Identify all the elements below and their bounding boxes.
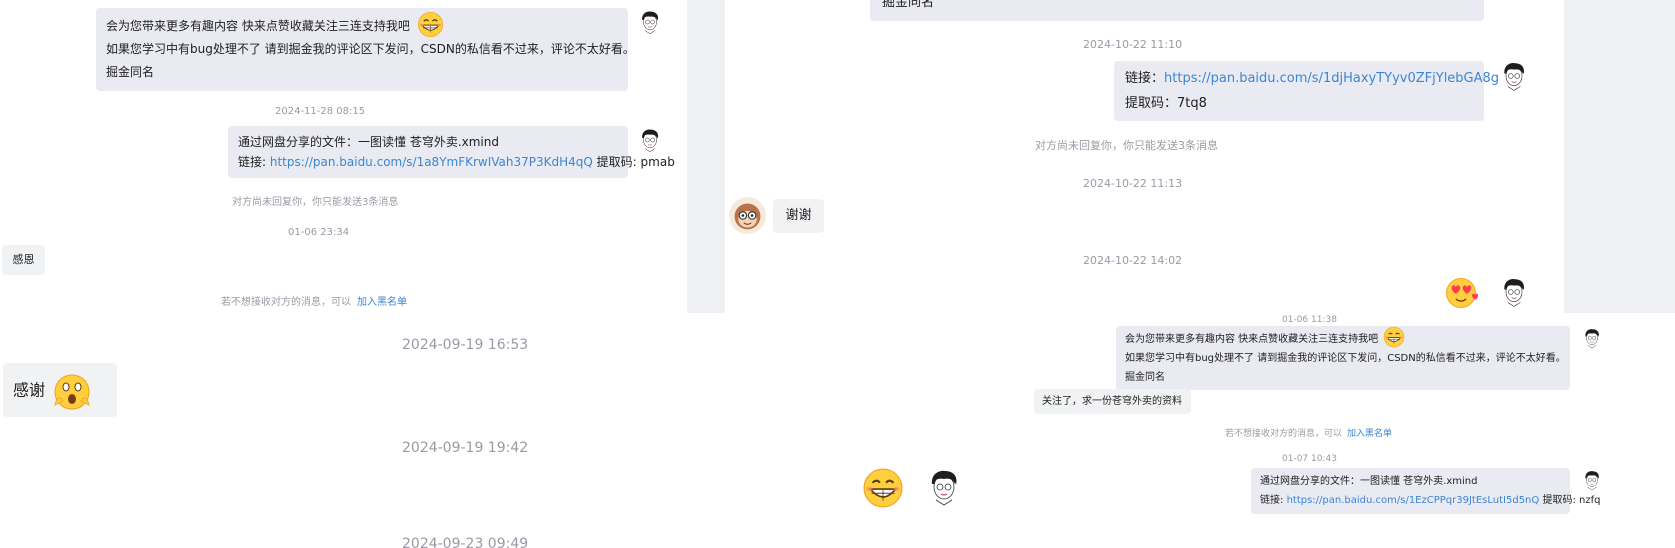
message-line: 链接：https://pan.baidu.com/s/1djHaxyTYyv0Z…: [1125, 66, 1499, 91]
message-bubble: 关注了，求一份苍穹外卖的资料: [1034, 389, 1191, 414]
grin-emoji-icon: [862, 467, 904, 509]
block-hint-text: 若不想接收对方的消息，可以: [1225, 429, 1343, 439]
timestamp: 2024-10-22 11:10: [1083, 38, 1183, 51]
chat-panel-1: 会为您带来更多有趣内容 快来点赞收藏关注三连支持我吧 如果您学习中有bug处理不…: [0, 0, 687, 313]
message-bubble: 通过网盘分享的文件：一图读懂 苍穹外卖.xmind 链接: https://pa…: [1251, 468, 1600, 514]
user-avatar[interactable]: [1498, 60, 1530, 92]
timestamp: 2024-10-22 11:13: [1083, 177, 1183, 190]
timestamp: 2024-11-28 08:15: [275, 106, 366, 117]
message-text: 会为您带来更多有趣内容 快来点赞收藏关注三连支持我吧: [1125, 334, 1379, 345]
link-label: 链接:: [238, 155, 270, 169]
message-line: 链接: https://pan.baidu.com/s/1EzCPPqr39Jt…: [1260, 491, 1600, 510]
chat-panel-3: 2024-09-19 16:53 感谢 2024-09-19 19:42 202…: [0, 315, 998, 548]
block-hint: 若不想接收对方的消息，可以 加入黑名单: [221, 293, 407, 308]
timestamp: 01-07 10:43: [1282, 454, 1337, 464]
user-avatar[interactable]: [1581, 327, 1603, 349]
message-bubble: 感恩: [2, 245, 45, 275]
message-bubble: 掘金同名: [870, 0, 1484, 21]
message-bubble: 会为您带来更多有趣内容 快来点赞收藏关注三连支持我吧 如果您学习中有bug处理不…: [1116, 326, 1570, 390]
message-text: 通过网盘分享的文件：一图读懂 苍穹外卖.xmind: [1260, 476, 1478, 487]
message-text: 通过网盘分享的文件：一图读懂 苍穹外卖.xmind: [238, 135, 499, 149]
user-avatar[interactable]: [637, 9, 663, 35]
timestamp: 2024-09-19 19:42: [402, 440, 529, 456]
user-avatar[interactable]: [1581, 469, 1603, 491]
chat-area: 掘金同名 2024-10-22 11:10 链接：https://pan.bai…: [725, 0, 1564, 313]
message-text: 掘金同名: [1125, 372, 1165, 383]
message-bubble: 通过网盘分享的文件：一图读懂 苍穹外卖.xmind 链接: https://pa…: [228, 126, 675, 178]
share-link[interactable]: https://pan.baidu.com/s/1djHaxyTYyv0ZFjY…: [1164, 71, 1499, 86]
message-line: 会为您带来更多有趣内容 快来点赞收藏关注三连支持我吧: [1125, 330, 1561, 349]
link-label: 链接:: [1260, 495, 1287, 506]
message-text: 谢谢: [785, 208, 812, 223]
user-avatar[interactable]: [924, 467, 964, 507]
message-text: 会为您带来更多有趣内容 快来点赞收藏关注三连支持我吧: [106, 19, 410, 33]
timestamp: 01-06 23:34: [288, 227, 350, 238]
message-text: 感谢: [13, 380, 46, 400]
extract-code: 提取码: nzfq: [1539, 495, 1601, 506]
message-bubble: 链接：https://pan.baidu.com/s/1djHaxyTYyv0Z…: [1114, 61, 1499, 121]
timestamp: 2024-10-22 14:02: [1083, 254, 1183, 267]
grin-emoji-icon: [1383, 326, 1405, 348]
chat-panel-4: 01-06 11:38 会为您带来更多有趣内容 快来点赞收藏关注三连支持我吧 如…: [998, 315, 1675, 548]
message-bubble: 谢谢: [773, 199, 824, 233]
message-text: 关注了，求一份苍穹外卖的资料: [1042, 396, 1182, 407]
link-label: 链接：: [1125, 71, 1165, 86]
timestamp: 2024-09-19 16:53: [402, 337, 529, 353]
message-text: 如果您学习中有bug处理不了 请到掘金我的评论区下发问，CSDN的私信看不过来，…: [1125, 353, 1566, 364]
fear-emoji-icon: [52, 371, 92, 411]
message-text: 掘金同名: [882, 0, 935, 10]
add-to-blacklist-link[interactable]: 加入黑名单: [357, 297, 407, 308]
message-bubble: 感谢: [3, 363, 117, 417]
share-link[interactable]: https://pan.baidu.com/s/1a8YmFKrwIVah37P…: [270, 155, 593, 169]
message-line: 链接: https://pan.baidu.com/s/1a8YmFKrwIVa…: [238, 152, 675, 172]
message-text: 感恩: [12, 253, 35, 266]
heart-eyes-emoji-icon: [1444, 276, 1478, 310]
panel-edge: [1623, 315, 1675, 548]
grin-emoji-icon: [417, 11, 444, 38]
contact-avatar[interactable]: [729, 197, 766, 234]
message-bubble: 会为您带来更多有趣内容 快来点赞收藏关注三连支持我吧 如果您学习中有bug处理不…: [96, 8, 635, 91]
user-avatar[interactable]: [637, 127, 663, 153]
message-text: 掘金同名: [106, 65, 155, 79]
extract-code: 提取码：7tq8: [1125, 96, 1207, 111]
user-avatar[interactable]: [1498, 276, 1530, 308]
timestamp: 2024-09-23 09:49: [402, 536, 529, 548]
chat-panel-2: 掘金同名 2024-10-22 11:10 链接：https://pan.bai…: [687, 0, 1675, 313]
message-text: 如果您学习中有bug处理不了 请到掘金我的评论区下发问，CSDN的私信看不过来，…: [106, 42, 635, 56]
message-line: 会为您带来更多有趣内容 快来点赞收藏关注三连支持我吧: [106, 15, 618, 38]
reply-limit-tip: 对方尚未回复你，你只能发送3条消息: [232, 197, 399, 208]
extract-code: 提取码: pmab: [592, 155, 675, 169]
timestamp: 01-06 11:38: [1282, 315, 1337, 325]
share-link[interactable]: https://pan.baidu.com/s/1EzCPPqr39JtEsLu…: [1287, 495, 1540, 506]
reply-limit-tip: 对方尚未回复你，你只能发送3条消息: [1035, 139, 1218, 152]
add-to-blacklist-link[interactable]: 加入黑名单: [1347, 429, 1392, 439]
block-hint-text: 若不想接收对方的消息，可以: [221, 297, 351, 308]
block-hint: 若不想接收对方的消息，可以 加入黑名单: [1225, 426, 1392, 439]
